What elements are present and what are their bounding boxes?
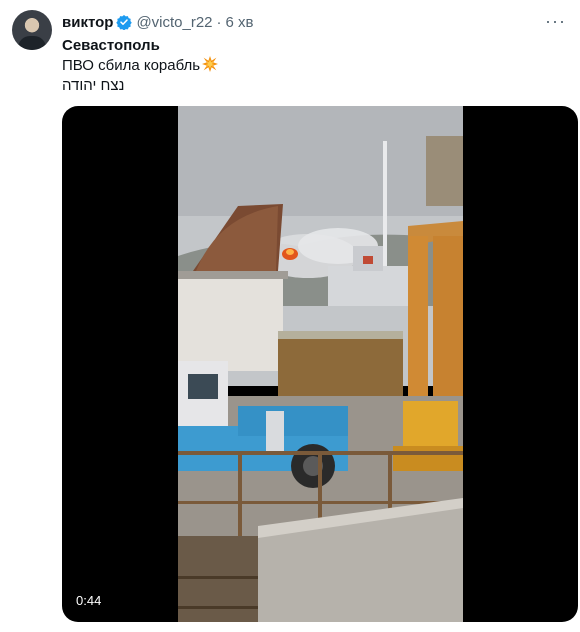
video-player[interactable]: 0:44	[62, 106, 578, 622]
timestamp[interactable]: 6 хв	[226, 14, 254, 31]
tweet-text-line-2-wrap: ПВО сбила корабль	[62, 56, 219, 76]
more-options-icon[interactable]: ···	[545, 11, 566, 32]
display-name[interactable]: виктор	[62, 14, 113, 31]
video-frame[interactable]	[178, 106, 463, 622]
user-handle[interactable]: @victo_r22	[136, 14, 212, 31]
tweet[interactable]: виктор @victo_r22 · 6 хв ··· Севастополь…	[0, 0, 580, 632]
tweet-text-line-2: ПВО сбила корабль	[62, 57, 201, 74]
verified-badge-icon	[116, 15, 133, 30]
collision-emoji-icon	[202, 56, 219, 72]
video-scene	[178, 106, 463, 622]
avatar[interactable]	[12, 10, 52, 50]
video-duration-badge: 0:44	[70, 591, 108, 610]
tweet-header: виктор @victo_r22 · 6 хв	[62, 12, 254, 32]
separator-dot: ·	[216, 13, 222, 31]
tweet-text: Севастополь ПВО сбила корабль נצח יהודה	[62, 36, 219, 96]
tweet-text-line-1: Севастополь	[62, 37, 160, 54]
avatar-figure	[18, 36, 46, 50]
tweet-text-line-3: נצח יהודה	[62, 77, 125, 94]
